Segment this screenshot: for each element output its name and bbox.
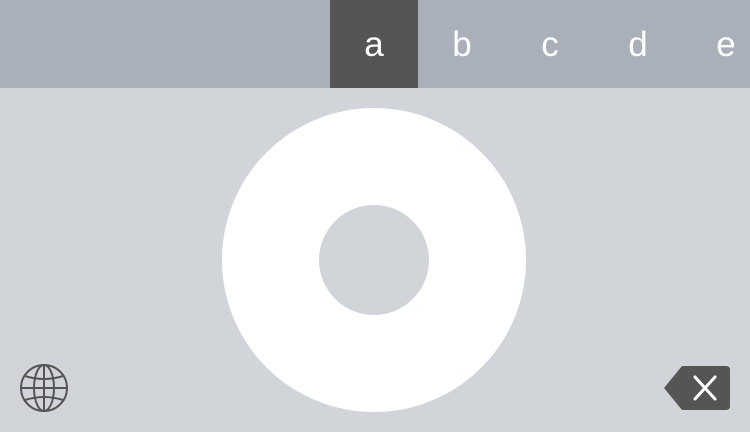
wheel-center — [319, 205, 429, 315]
globe-icon — [18, 362, 70, 414]
selection-wheel[interactable] — [222, 108, 526, 412]
globe-button[interactable] — [18, 362, 70, 414]
backspace-icon — [662, 363, 732, 413]
letter-key-d[interactable]: d — [594, 0, 682, 88]
letter-key-b[interactable]: b — [418, 0, 506, 88]
letter-key-a[interactable]: a — [330, 0, 418, 88]
letter-strip: a b c d e — [0, 0, 750, 88]
backspace-button[interactable] — [662, 363, 732, 413]
keyboard: a b c d e — [0, 0, 750, 432]
letter-key-e[interactable]: e — [682, 0, 750, 88]
letter-key-c[interactable]: c — [506, 0, 594, 88]
